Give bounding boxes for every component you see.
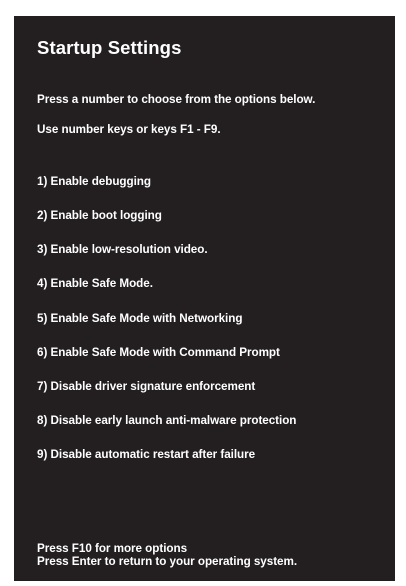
footer-more-options: Press F10 for more options (37, 542, 188, 555)
page-title: Startup Settings (37, 37, 182, 58)
instruction-choose: Press a number to choose from the option… (37, 93, 316, 106)
footer-return-os: Press Enter to return to your operating … (37, 555, 298, 568)
option-disable-driver-signature-enforcement[interactable]: 7) Disable driver signature enforcement (37, 380, 255, 393)
option-disable-automatic-restart[interactable]: 9) Disable automatic restart after failu… (37, 448, 255, 461)
option-enable-safe-mode-command-prompt[interactable]: 6) Enable Safe Mode with Command Prompt (37, 346, 280, 359)
option-enable-safe-mode[interactable]: 4) Enable Safe Mode. (37, 277, 153, 290)
startup-settings-screen: Startup Settings Press a number to choos… (14, 16, 395, 581)
option-enable-debugging[interactable]: 1) Enable debugging (37, 175, 151, 188)
footer-instructions: Press F10 for more options Press Enter t… (37, 542, 297, 568)
option-enable-low-resolution-video[interactable]: 3) Enable low-resolution video. (37, 243, 208, 256)
option-enable-safe-mode-networking[interactable]: 5) Enable Safe Mode with Networking (37, 312, 242, 325)
option-disable-early-launch-anti-malware[interactable]: 8) Disable early launch anti-malware pro… (37, 414, 296, 427)
instruction-keys: Use number keys or keys F1 - F9. (37, 123, 221, 136)
option-enable-boot-logging[interactable]: 2) Enable boot logging (37, 209, 162, 222)
